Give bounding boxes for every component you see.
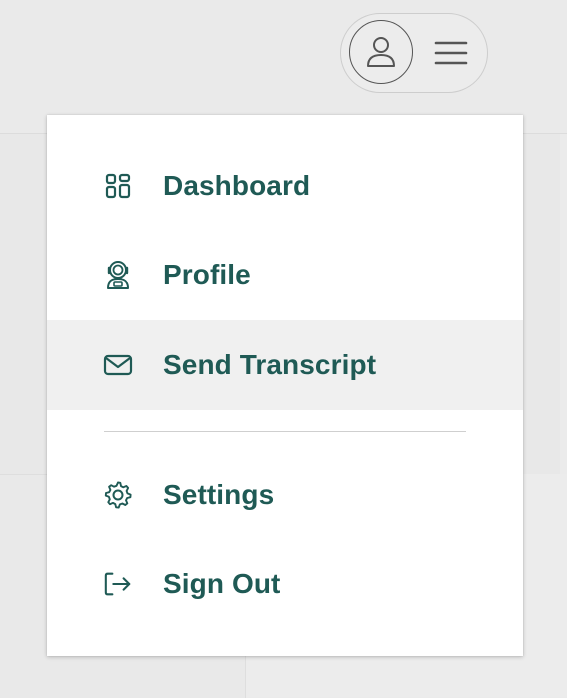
astronaut-icon [103, 260, 133, 290]
menu-item-label: Sign Out [163, 568, 281, 599]
menu-item-sign-out[interactable]: Sign Out [47, 539, 523, 629]
menu-item-send-transcript[interactable]: Send Transcript [47, 320, 523, 410]
hamburger-menu-icon [434, 41, 468, 65]
avatar-button[interactable] [349, 20, 413, 84]
account-dropdown-menu: Dashboard Profile Send Transcript Settin… [47, 115, 523, 656]
menu-divider [104, 431, 466, 432]
sign-out-icon [103, 569, 133, 599]
gear-icon [103, 480, 133, 510]
menu-item-label: Dashboard [163, 170, 311, 201]
dashboard-grid-icon [103, 171, 133, 201]
menu-item-label: Send Transcript [163, 349, 377, 380]
menu-item-label: Profile [163, 259, 251, 290]
hamburger-menu-button[interactable] [431, 34, 471, 72]
envelope-icon [103, 350, 133, 380]
menu-item-profile[interactable]: Profile [47, 230, 523, 320]
user-icon [367, 37, 395, 67]
menu-item-settings[interactable]: Settings [47, 450, 523, 540]
account-menu-toggle [340, 13, 488, 93]
menu-item-dashboard[interactable]: Dashboard [47, 141, 523, 231]
menu-item-label: Settings [163, 479, 275, 510]
